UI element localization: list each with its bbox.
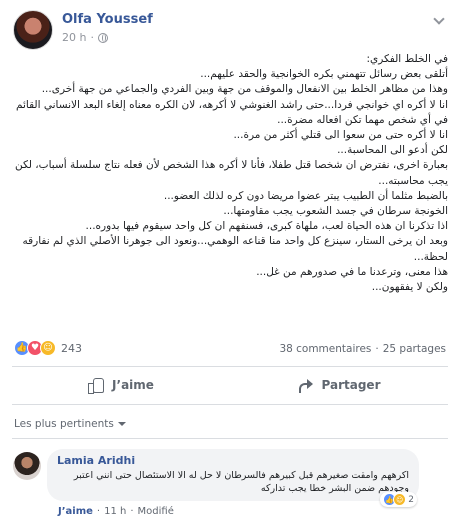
- post-paragraph: وبعد ان يرخى الستار، سينزع كل واحد منا ق…: [22, 235, 448, 263]
- meta-separator: ·: [90, 31, 94, 44]
- share-icon: [298, 377, 314, 393]
- post-actions: J’aime Partager: [12, 368, 448, 402]
- comment-actions: J’aime · 11 h · Modifié: [58, 506, 174, 517]
- post-paragraph: في الخلط الفكري:: [366, 53, 448, 65]
- comment-text: اكرههم وامقت صغيرهم قبل كبيرهم فالسرطان …: [73, 470, 409, 494]
- haha-reaction-icon: ☺: [393, 493, 407, 506]
- share-label: Partager: [321, 378, 381, 392]
- post-paragraph: ولكن لا يفقهون...: [371, 281, 448, 294]
- post-paragraph: بالضبط مثلما أن الطبيب يبتر عضوا مريضا د…: [163, 189, 448, 202]
- like-label: J’aime: [112, 378, 154, 392]
- haha-reaction-icon: ☺: [40, 340, 56, 356]
- stats-separator: ·: [375, 343, 379, 355]
- post-time[interactable]: 20 h: [62, 31, 86, 44]
- post-paragraph: هذا معنى، وترعدنا ما في صدورهم من غل...: [256, 265, 448, 278]
- divider: [12, 366, 448, 367]
- post-paragraph: اذا تذكرنا ان هذه الحياة لعب، ملهاة كبرى…: [85, 220, 448, 233]
- comment-reaction-count: 2: [408, 494, 414, 505]
- comment-reactions[interactable]: 👍 ☺ 2: [380, 492, 417, 507]
- reaction-count[interactable]: 243: [61, 342, 82, 355]
- thumbs-up-icon: [88, 377, 105, 394]
- comment-author[interactable]: Lamia Aridhi: [57, 454, 409, 467]
- post-paragraph: لكن أدعو الى المحاسبة...: [337, 144, 448, 157]
- comment-like-link[interactable]: J’aime: [58, 506, 93, 517]
- comment-edited[interactable]: Modifié: [138, 506, 174, 517]
- post-paragraph: انا لا أكره اي خوانجي فردا...حتى راشد ال…: [15, 98, 448, 126]
- globe-icon[interactable]: [97, 32, 108, 43]
- comment-time[interactable]: 11 h: [104, 506, 126, 517]
- post-card: Olfa Youssef 20 h · في الخلط الفكري: أتل…: [0, 0, 460, 530]
- post-paragraph: بعبارة اخرى، نفترض ان شخصا قتل طفلا، فأن…: [14, 159, 448, 187]
- shares-count[interactable]: 25 partages: [383, 343, 446, 355]
- author-name[interactable]: Olfa Youssef: [62, 12, 153, 27]
- comment-separator: ·: [96, 506, 101, 517]
- post-paragraph: الخونجة سرطان في جسد الشعوب يجب مقاومتها…: [223, 205, 448, 218]
- comment-bubble: Lamia Aridhi اكرههم وامقت صغيرهم قبل كبي…: [47, 449, 419, 507]
- author-avatar[interactable]: [13, 10, 53, 50]
- reaction-summary[interactable]: 👍 ♥ ☺ 243: [14, 340, 82, 356]
- chevron-down-icon[interactable]: [432, 14, 446, 28]
- divider: [12, 438, 448, 439]
- comment-separator: ·: [130, 506, 134, 517]
- divider: [12, 404, 448, 405]
- sort-label: Les plus pertinents: [14, 418, 114, 430]
- post-stats: 38 commentaires · 25 partages: [279, 343, 446, 355]
- share-button[interactable]: Partager: [230, 368, 448, 402]
- comments-count[interactable]: 38 commentaires: [279, 343, 371, 355]
- comment-sort-dropdown[interactable]: Les plus pertinents: [14, 418, 126, 430]
- post-paragraph: انا لا أكره حتى من سعوا الى قتلي أكثر من…: [233, 129, 448, 142]
- like-button[interactable]: J’aime: [12, 368, 230, 402]
- post-paragraph: أتلقى بعض رسائل تتهمني بكره الخوانجية وا…: [200, 68, 448, 81]
- post-paragraph: وهذا من مظاهر الخلط بين الانفعال والموقف…: [41, 83, 448, 96]
- post-meta: 20 h ·: [62, 31, 108, 44]
- post-body: في الخلط الفكري: أتلقى بعض رسائل تتهمني …: [12, 52, 448, 295]
- caret-down-icon: [117, 422, 126, 426]
- commenter-avatar[interactable]: [13, 452, 41, 480]
